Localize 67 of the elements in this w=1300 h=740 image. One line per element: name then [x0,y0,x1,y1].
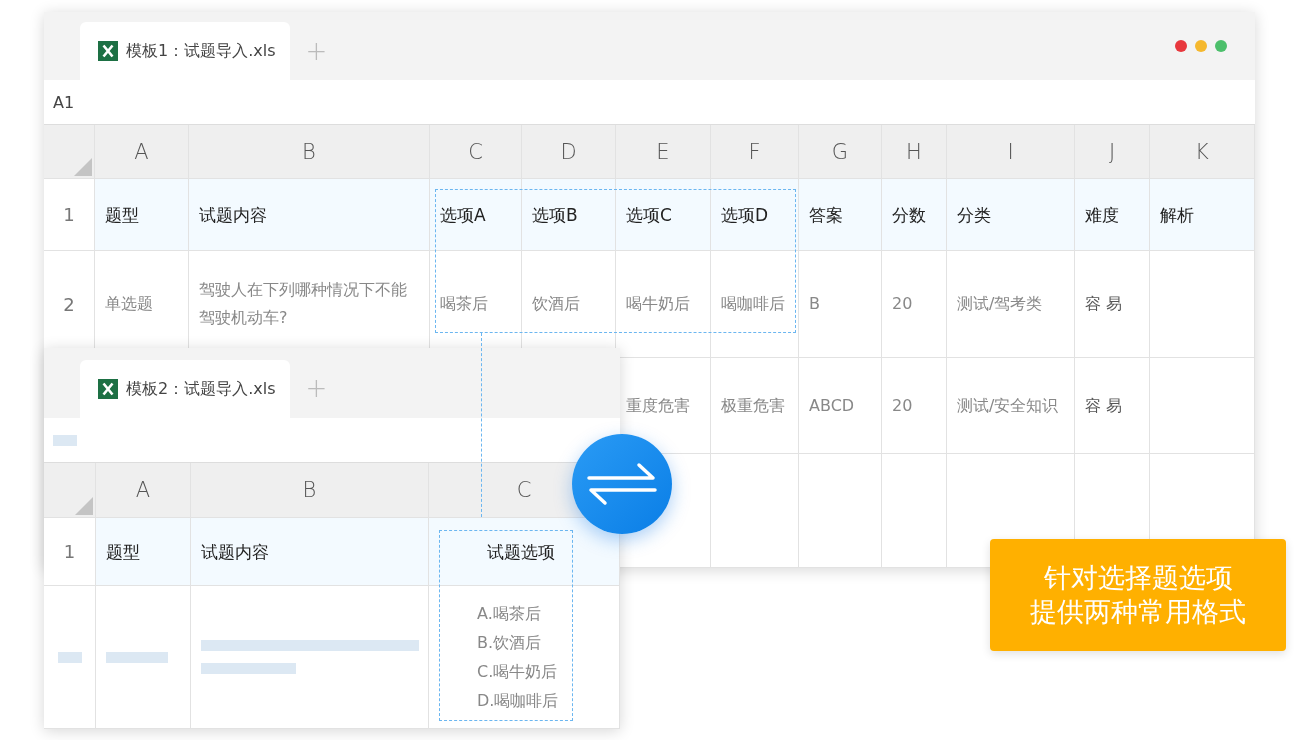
header-cell-text: 试题内容 [201,540,270,564]
header-cell-text: 选项B [532,203,579,227]
table-cell-text: 单选题 [105,293,154,315]
file-tab[interactable]: 模板2：试题导入.xls [80,360,290,418]
window-control-dot[interactable] [1215,40,1227,52]
header-cell-text: 题型 [106,540,141,564]
header-cell-text: 选项A [440,203,487,227]
header-cell-text: 选项D [721,203,770,227]
callout-text: 针对选择题选项 [1043,561,1233,595]
column-header[interactable]: B [302,478,317,502]
table-cell-text: 20 [892,394,914,417]
table-cell-text: 喝咖啡后 [721,293,786,315]
header-cell-text: 选项C [626,203,673,227]
callout-text: 提供两种常用格式 [1030,595,1246,629]
column-header[interactable]: B [302,139,316,164]
table-cell-text: 容 易 [1085,293,1124,315]
table-cell-text: 测试/驾考类 [957,293,1044,315]
column-header[interactable]: C [516,478,532,502]
table-cell-text: 驾驶人在下列哪种情况下不能驾驶机动车? [199,279,408,329]
option-text: C.喝牛奶后 [477,661,559,683]
header-cell-text: 解析 [1160,203,1195,227]
column-header[interactable]: A [135,478,151,502]
table-cell-text: 喝茶后 [440,293,489,315]
table-cell-text: 重度危害 [626,394,691,417]
cell-reference-placeholder [53,434,77,446]
cell-reference: A1 [53,92,75,112]
row-number[interactable]: 2 [63,293,75,315]
header-cell-text: 难度 [1085,203,1120,227]
spreadsheet-file-icon [98,41,118,61]
column-header[interactable]: K [1195,139,1209,164]
header-cell-text: 答案 [809,203,844,227]
swap-arrows-icon [587,462,657,506]
option-text: A.喝茶后 [477,603,542,625]
column-header[interactable]: J [1108,139,1116,164]
column-header[interactable]: C [468,139,483,164]
select-all-corner[interactable] [75,497,93,515]
select-all-corner[interactable] [74,158,92,176]
column-header[interactable]: H [906,139,922,164]
window-control-dot[interactable] [1175,40,1187,52]
header-cell-text: 试题选项 [487,540,556,564]
option-text: B.饮酒后 [477,632,543,654]
window-control-dot[interactable] [1195,40,1207,52]
column-header[interactable]: A [134,139,149,164]
text-placeholder [106,651,168,663]
header-cell-text: 分类 [957,203,992,227]
column-header[interactable]: F [748,139,761,164]
table-cell-text: B [809,293,821,315]
table-cell-text: 极重危害 [721,394,786,417]
table-cell-text: 饮酒后 [532,293,581,315]
header-cell-text: 分数 [892,203,927,227]
column-header[interactable]: I [1007,139,1014,164]
option-text: D.喝咖啡后 [477,690,559,712]
table-cell-text: 测试/安全知识 [957,394,1060,417]
column-header[interactable]: D [560,139,577,164]
row-number[interactable]: 1 [63,204,75,225]
row-number-placeholder [57,651,82,663]
spreadsheet-file-icon [98,379,118,399]
row-number[interactable]: 1 [63,541,76,562]
header-cell-text: 试题内容 [199,203,268,227]
column-header[interactable]: G [831,139,849,164]
file-tab[interactable]: 模板1：试题导入.xls [80,22,290,80]
header-cell-text: 题型 [105,203,140,227]
column-header[interactable]: E [656,139,670,164]
table-cell-text: 喝牛奶后 [626,293,691,315]
table-cell-text: 容 易 [1085,394,1124,417]
table-cell-text: 20 [892,293,914,315]
table-cell-text: ABCD [809,394,856,417]
